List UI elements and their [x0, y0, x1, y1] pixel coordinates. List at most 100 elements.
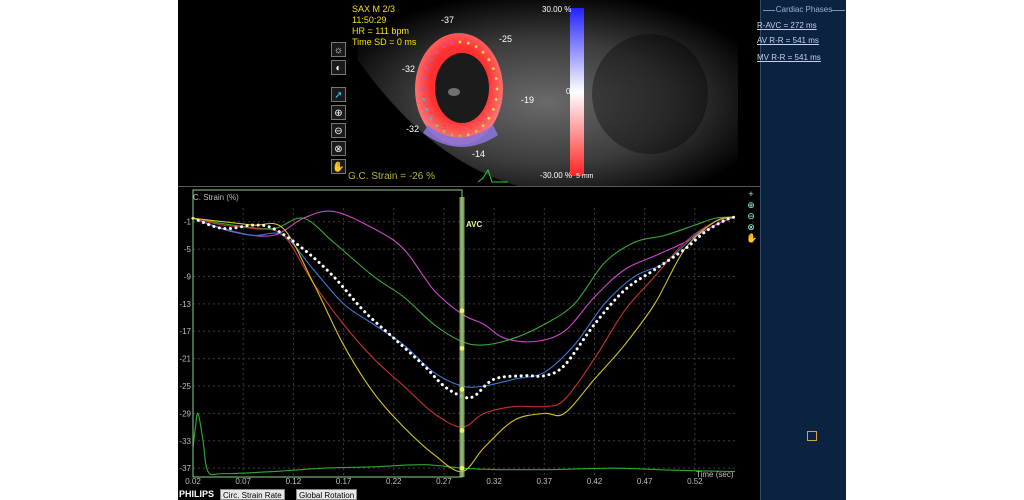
- tracking-dot: [487, 116, 491, 120]
- avc-intersection-dot: [459, 428, 465, 433]
- global-strain-readout: G.C. Strain = -26 %: [348, 171, 435, 182]
- tracking-dot: [458, 134, 462, 138]
- tracking-dot: [429, 58, 433, 62]
- cardiac-phases-panel: Cardiac Phases R-AVC = 272 ms AV R-R = 5…: [757, 0, 846, 500]
- x-tick-label: 0.42: [587, 477, 603, 486]
- clock-label: 11:50:29: [352, 15, 387, 25]
- acquisition-info: SAX M 2/3 11:50:29 HR = 111 bpm Time SD …: [352, 4, 416, 48]
- tracking-dot: [458, 40, 462, 44]
- segment-value: -32: [402, 64, 416, 74]
- tracking-dot: [494, 98, 498, 101]
- short-axis-echo-image: [353, 0, 738, 186]
- x-axis-label: Time (sec): [696, 470, 734, 479]
- zoom-in-icon[interactable]: ⊕: [331, 105, 346, 120]
- graph-toolbar: + ⊕ ⊖ ⊗ ✋: [746, 189, 758, 244]
- segment-value: -32: [406, 124, 420, 134]
- y-tick-label: -37: [179, 464, 191, 473]
- pan-hand-icon[interactable]: ✋: [331, 159, 346, 174]
- segment-value: -14: [472, 149, 486, 159]
- systole-frame: [192, 189, 463, 478]
- color-scale-bar: [570, 8, 584, 176]
- avc-intersection-dot: [459, 465, 465, 471]
- tracking-dot: [487, 58, 491, 62]
- mv-rr-link[interactable]: MV R-R = 541 ms: [757, 53, 821, 62]
- tracking-dot: [429, 116, 433, 120]
- scale-max-label: 30.00 %: [542, 5, 572, 14]
- tracking-dot: [450, 133, 454, 137]
- strain-chart: 0.02 0.07 0.12 0.17 0.22 0.27 0.32 0.37 0.42 0.47…: [179, 189, 737, 486]
- y-tick-label: -9: [184, 272, 192, 281]
- tracking-dot: [450, 41, 454, 45]
- avc-intersection-dot: [459, 345, 465, 351]
- y-tick-label: -29: [179, 409, 191, 418]
- lv-cavity: [435, 53, 489, 123]
- segment-value: -19: [521, 95, 535, 105]
- view-label: SAX M 2/3: [352, 4, 396, 14]
- segment-value: -37: [441, 15, 455, 25]
- pan-hand-icon[interactable]: ✋: [746, 233, 757, 243]
- av-rr-link[interactable]: AV R-R = 541 ms: [757, 36, 819, 45]
- y-tick-label: -1: [184, 218, 192, 227]
- scale-unit-label: 5 mm: [576, 173, 594, 180]
- add-icon[interactable]: +: [746, 189, 756, 199]
- tracking-dot: [435, 50, 439, 54]
- tracking-dot: [442, 129, 446, 133]
- tab-global-rotation[interactable]: Global Rotation: [296, 489, 358, 500]
- avc-intersection-dot: [459, 308, 465, 314]
- tracking-dot: [491, 107, 495, 111]
- tracking-dot: [474, 129, 478, 133]
- brightness-icon[interactable]: ☼: [331, 42, 346, 57]
- tracking-dot: [422, 77, 426, 80]
- strain-analysis-window: SAX M 2/3 11:50:29 HR = 111 bpm Time SD …: [178, 0, 846, 500]
- avc-marker-label: AVC: [466, 220, 483, 229]
- echo-image-panel[interactable]: SAX M 2/3 11:50:29 HR = 111 bpm Time SD …: [178, 0, 760, 201]
- tracking-dot: [491, 67, 495, 71]
- tracking-dot: [425, 67, 429, 71]
- tracking-dot: [435, 124, 439, 128]
- x-tick-label: 0.17: [336, 477, 352, 486]
- r-avc-link[interactable]: R-AVC = 272 ms: [757, 21, 817, 30]
- tracking-dot: [421, 87, 425, 91]
- zoom-reset-icon[interactable]: ⊗: [331, 141, 346, 156]
- cardiac-phases-title: Cardiac Phases: [775, 5, 833, 14]
- brand-logo: PHILIPS: [179, 489, 215, 499]
- avc-intersection-dot: [459, 387, 465, 392]
- y-tick-label: -21: [179, 355, 191, 364]
- x-tick-label: 0.02: [185, 477, 201, 486]
- x-tick-label: 0.22: [386, 477, 402, 486]
- zoom-reset-icon[interactable]: ⊗: [746, 222, 756, 232]
- tracking-dot: [481, 124, 485, 128]
- time-sd-label: Time SD = 0 ms: [352, 37, 417, 47]
- x-tick-label: 0.47: [637, 477, 653, 486]
- y-tick-label: -33: [179, 437, 191, 446]
- pointer-icon[interactable]: ➚: [331, 87, 346, 102]
- tracking-dot: [442, 45, 446, 49]
- x-tick-label: 0.27: [436, 477, 452, 486]
- tracking-dot: [481, 50, 485, 54]
- x-tick-label: 0.12: [286, 477, 302, 486]
- y-axis-label: C. Strain (%): [193, 193, 239, 202]
- tracking-dot: [474, 45, 478, 49]
- tracking-dot: [466, 41, 470, 45]
- strain-graph-panel[interactable]: 0.02 0.07 0.12 0.17 0.22 0.27 0.32 0.37 0.42 0.47…: [178, 186, 760, 489]
- heart-rate-label: HR = 111 bpm: [352, 26, 409, 36]
- x-tick-label: 0.37: [537, 477, 553, 486]
- y-tick-label: -17: [179, 327, 191, 336]
- zoom-out-icon[interactable]: ⊖: [331, 123, 346, 138]
- y-tick-label: -25: [179, 382, 191, 391]
- x-tick-label: 0.32: [486, 477, 502, 486]
- scale-zero-label: 0: [566, 87, 571, 96]
- contrast-icon[interactable]: ◐: [331, 60, 346, 75]
- zoom-out-icon[interactable]: ⊖: [746, 211, 756, 221]
- tracking-dot: [425, 107, 429, 111]
- tracking-dot: [466, 133, 470, 137]
- bottom-tab-bar: PHILIPS Circ. Strain Rate Global Rotatio…: [178, 489, 760, 500]
- y-tick-label: -5: [184, 245, 192, 254]
- tab-circ-strain-rate[interactable]: Circ. Strain Rate: [220, 489, 285, 500]
- image-toolbar: ☼ ◐ ➚ ⊕ ⊖ ⊗ ✋ ✥: [331, 42, 347, 204]
- y-tick-label: -13: [179, 300, 191, 309]
- tracking-dot: [422, 98, 426, 101]
- tracking-dot: [494, 77, 498, 80]
- zoom-in-icon[interactable]: ⊕: [746, 200, 756, 210]
- phase-checkbox[interactable]: [807, 431, 817, 441]
